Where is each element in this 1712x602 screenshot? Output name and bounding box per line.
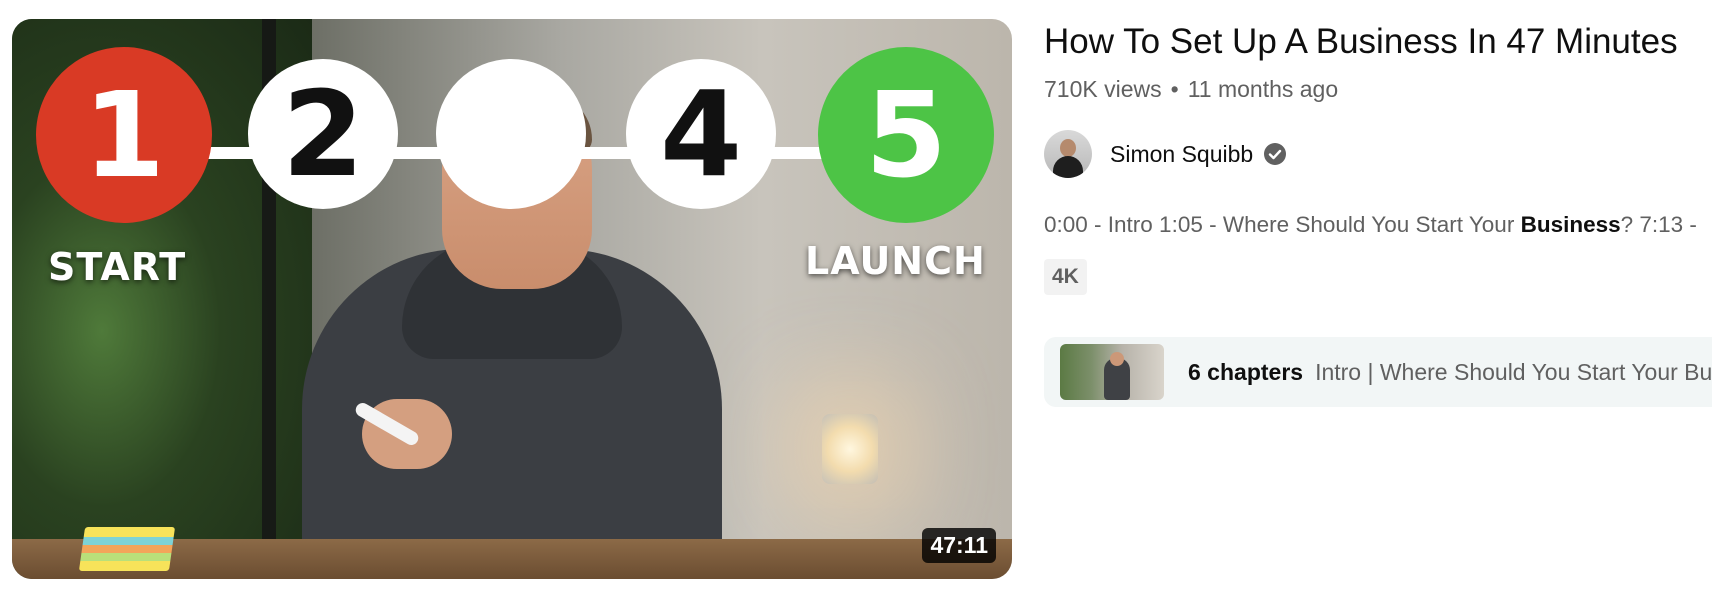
chapter-thumbnail [1060,344,1164,400]
chapters-panel[interactable]: 6 chapters Intro | Where Should You Star… [1044,337,1712,407]
step-circle-4: 4 [626,59,776,209]
quality-badge: 4K [1044,259,1087,295]
step-circle-2: 2 [248,59,398,209]
step-circle-5: 5 [818,47,994,223]
video-thumbnail[interactable]: 1 2 4 5 START LAUNCH 47:11 [12,19,1012,579]
description-text-start: 0:00 - Intro 1:05 - Where Should You Sta… [1044,212,1521,237]
thumbnail-sticky-notes [78,527,176,571]
chapters-count: 6 chapters [1188,358,1304,385]
view-count: 710K views [1044,76,1162,102]
step-circle-3 [436,59,586,209]
description-snippet: 0:00 - Intro 1:05 - Where Should You Sta… [1044,212,1697,238]
video-info: How To Set Up A Business In 47 Minutes 7… [1044,0,1712,602]
step-circle-1: 1 [36,47,212,223]
avatar-icon[interactable] [1044,130,1092,178]
description-highlight: Business [1520,212,1621,237]
chapter-names: Intro | Where Should You Start Your Bu [1315,358,1712,385]
description-text-end: ? 7:13 - [1620,212,1697,237]
channel-link[interactable]: Simon Squibb [1044,130,1287,178]
verified-check-icon [1264,143,1287,165]
video-metadata: 710K views • 11 months ago [1044,76,1338,103]
start-label: START [48,245,187,289]
launch-label: LAUNCH [805,239,986,283]
thumbnail-lamp [822,414,878,484]
duration-badge: 47:11 [922,528,996,563]
channel-name[interactable]: Simon Squibb [1110,141,1253,168]
separator-dot: • [1170,76,1179,102]
video-title[interactable]: How To Set Up A Business In 47 Minutes [1044,22,1678,62]
upload-age: 11 months ago [1187,76,1339,102]
